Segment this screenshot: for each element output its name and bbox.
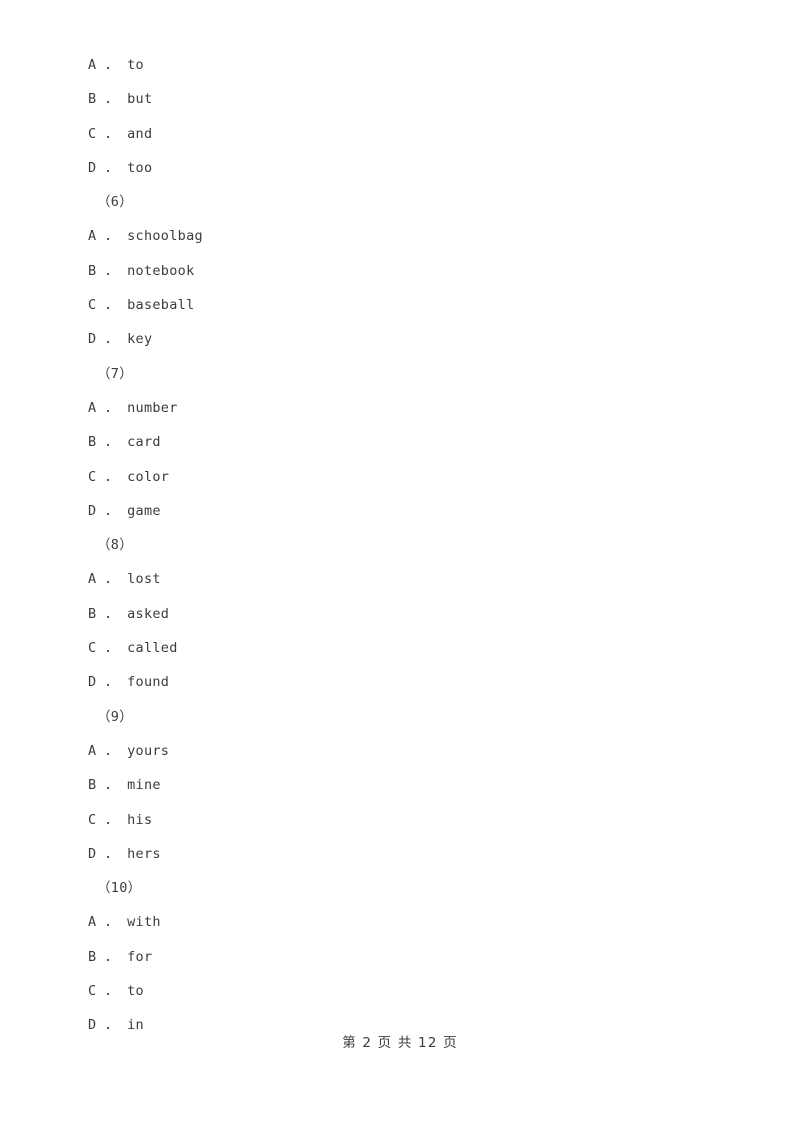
option-text: schoolbag [127,228,203,245]
option-text: card [127,434,161,451]
question-number: （10） [97,880,142,897]
option-text: key [127,331,153,348]
option-text: yours [127,742,170,759]
option-separator: ． [96,983,128,1000]
option-text: called [127,640,178,657]
option-separator: ． [96,811,128,828]
answer-option[interactable]: D ． key [88,322,728,356]
option-separator: ． [96,571,128,588]
option-text: notebook [127,262,195,279]
option-separator: ． [96,468,128,485]
answer-option[interactable]: B ． notebook [88,254,728,288]
option-text: his [127,811,153,828]
option-separator: ． [96,605,128,622]
answer-option[interactable]: B ． card [88,425,728,459]
answer-option[interactable]: A ． with [88,905,728,939]
answer-option[interactable]: B ． but [88,82,728,116]
answer-option[interactable]: A ． lost [88,562,728,596]
option-text: game [127,502,161,519]
answer-option[interactable]: A ． yours [88,734,728,768]
option-text: hers [127,845,161,862]
option-separator: ． [96,297,128,314]
answer-option[interactable]: A ． to [88,48,728,82]
answer-option[interactable]: D ． hers [88,837,728,871]
answer-option[interactable]: B ． for [88,940,728,974]
option-text: but [127,91,153,108]
option-text: to [127,57,144,73]
page-footer: 第 2 页 共 12 页 [342,1035,458,1051]
option-text: asked [127,605,170,622]
option-separator: ． [96,262,128,279]
question-number: （7） [97,365,134,382]
option-separator: ． [96,777,128,794]
option-separator: ． [96,331,128,348]
answer-option[interactable]: C ． and [88,117,728,151]
option-text: number [127,399,178,416]
answer-option[interactable]: D ． too [88,151,728,185]
option-separator: ． [96,159,128,176]
option-separator: ． [96,91,128,108]
option-separator: ． [96,845,128,862]
option-separator: ． [96,228,128,245]
option-text: mine [127,777,161,794]
option-text: for [127,948,153,965]
option-separator: ． [96,502,128,519]
option-separator: ． [96,948,128,965]
document-body: A ． to B ． but C ． and D ． too （6） A ． school… [88,48,728,1043]
option-text: too [127,159,153,176]
option-separator: ． [96,742,128,759]
option-separator: ． [96,399,128,416]
answer-option[interactable]: C ． to [88,974,728,1008]
option-separator: ． [96,57,128,73]
question-number: （8） [97,537,134,554]
answer-option[interactable]: C ． color [88,460,728,494]
question-number: （9） [97,708,134,725]
option-text: found [127,674,170,691]
option-separator: ． [96,914,128,931]
question-number: （6） [97,194,134,211]
option-separator: ． [96,434,128,451]
option-text: and [127,125,153,142]
option-text: baseball [127,297,195,314]
option-separator: ． [96,125,128,142]
answer-option[interactable]: B ． mine [88,768,728,802]
option-separator: ． [96,674,128,691]
option-text: with [127,914,161,931]
answer-option[interactable]: D ． found [88,665,728,699]
option-separator: ． [96,640,128,657]
option-text: color [127,468,170,485]
answer-option[interactable]: C ． his [88,803,728,837]
answer-option[interactable]: C ． called [88,631,728,665]
option-text: to [127,983,144,1000]
option-text: lost [127,571,161,588]
document-page: A ． to B ． but C ． and D ． too （6） A ． school… [0,0,800,1132]
answer-option[interactable]: A ． schoolbag [88,219,728,253]
answer-option[interactable]: B ． asked [88,597,728,631]
answer-option[interactable]: D ． game [88,494,728,528]
answer-option[interactable]: A ． number [88,391,728,425]
answer-option[interactable]: C ． baseball [88,288,728,322]
